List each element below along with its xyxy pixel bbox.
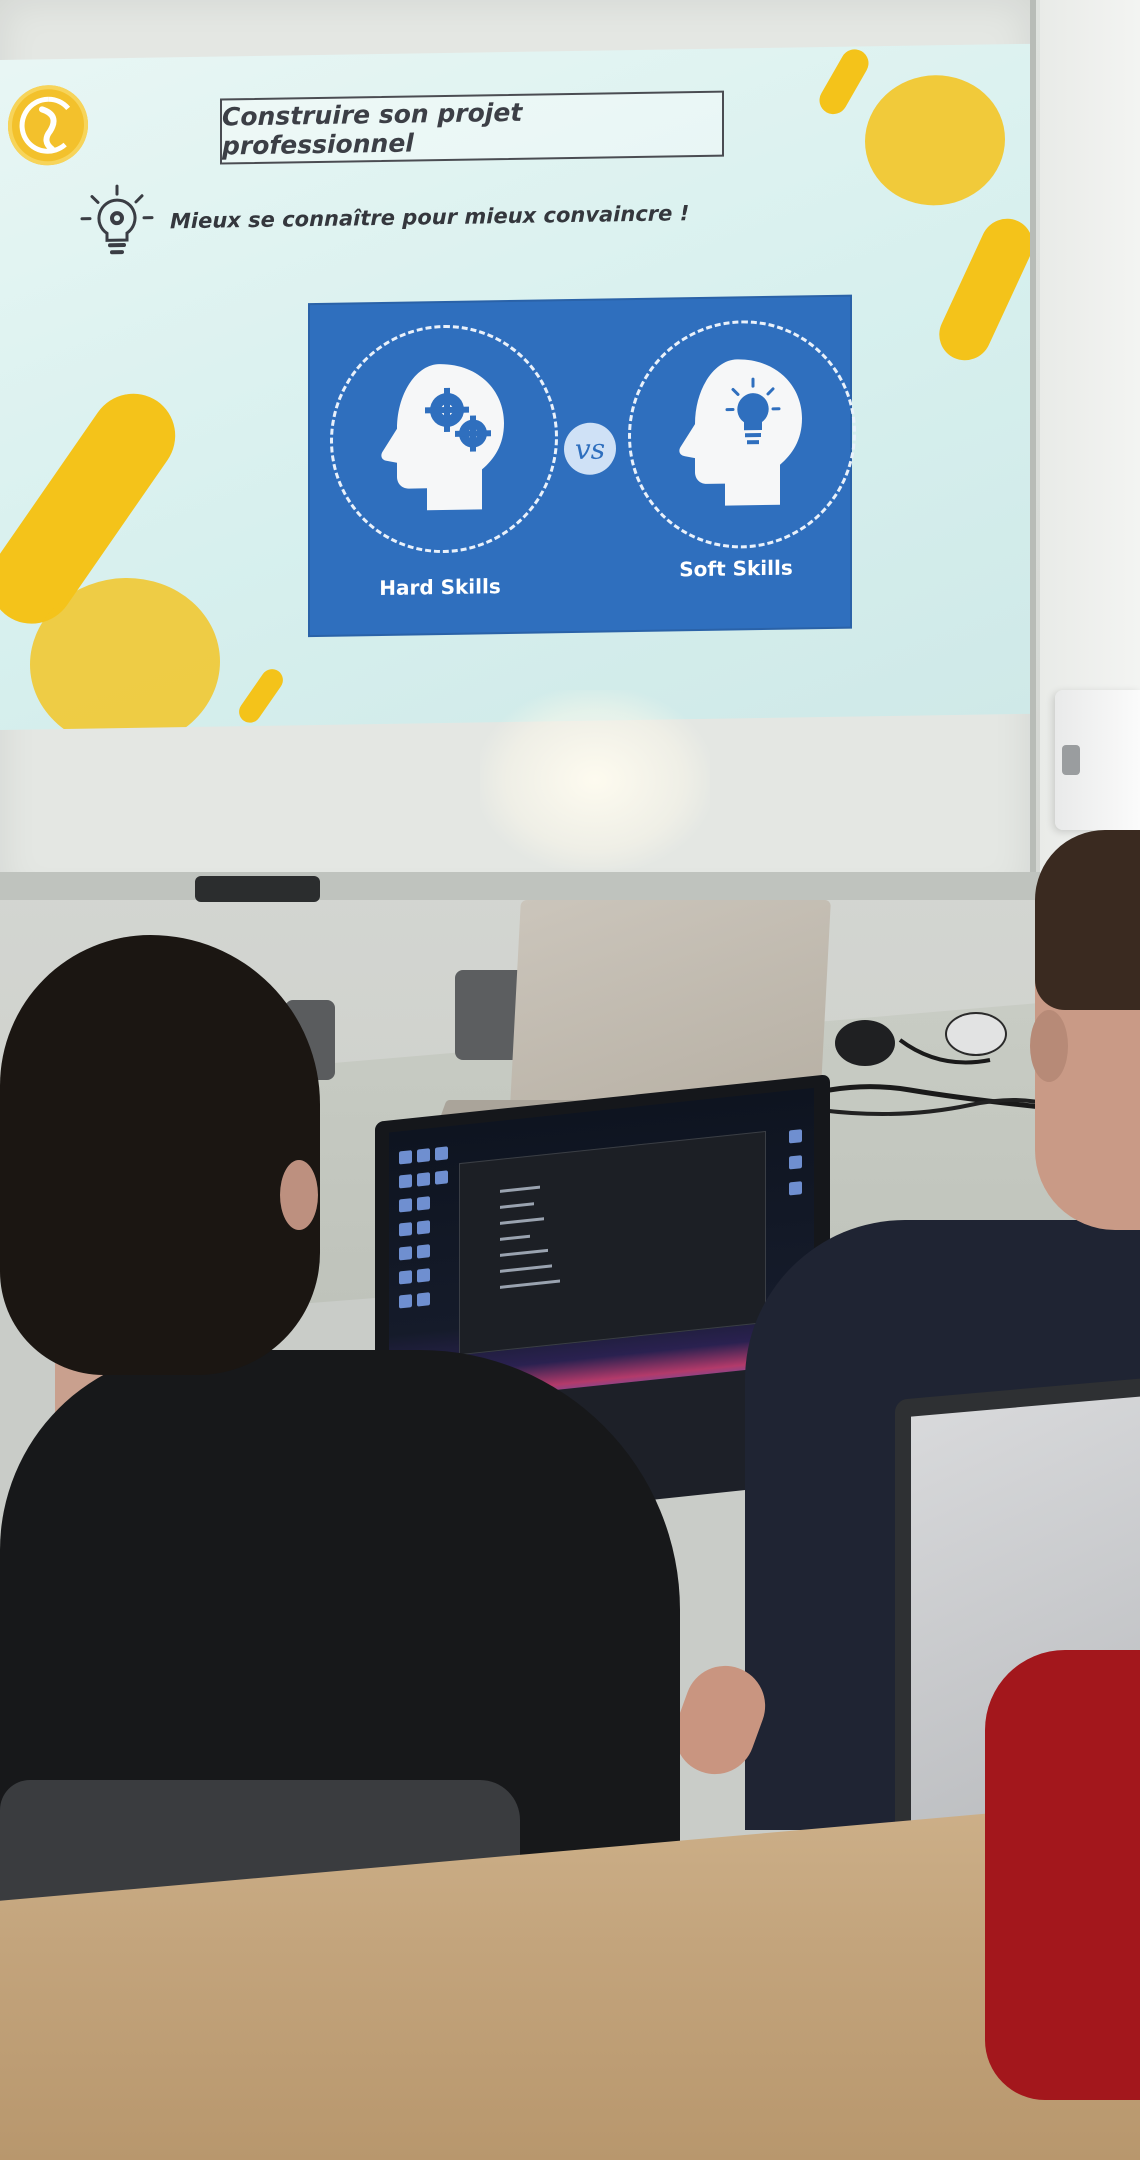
person-right-hair (1035, 830, 1140, 1010)
board-eraser (195, 876, 320, 902)
head-gears-icon (381, 364, 504, 511)
window-text-line (500, 1217, 544, 1225)
slide-title: Construire son projet professionnel (222, 97, 523, 161)
desktop-icon (417, 1268, 430, 1283)
slide-title-box: Construire son projet professionnel (220, 90, 724, 165)
desktop-icon (417, 1172, 430, 1187)
window-text-line (500, 1264, 552, 1273)
window-text-line (500, 1202, 534, 1209)
decor-yellow-stripe (234, 664, 288, 727)
window-text-line (500, 1279, 560, 1289)
skills-comparison-panel: vs Hard Skills Soft Skills (310, 296, 856, 636)
vs-badge: vs (564, 422, 616, 476)
logo-icon (8, 84, 88, 166)
window-text-line (500, 1248, 548, 1257)
projector-glare (480, 690, 710, 870)
person-red-sweater (985, 1650, 1140, 2100)
desktop-icon (399, 1222, 412, 1237)
decor-yellow-stripe (814, 44, 874, 120)
desktop-icon (417, 1196, 430, 1211)
window-text-line (500, 1185, 540, 1193)
hard-skills-circle (330, 323, 558, 555)
desktop-icon (417, 1292, 430, 1307)
desktop-icon (399, 1270, 412, 1285)
desktop-icon (399, 1174, 412, 1189)
desktop-icon (789, 1155, 802, 1170)
soft-skills-circle (628, 318, 856, 551)
desktop-icon (435, 1146, 448, 1161)
desktop-icon (789, 1129, 802, 1144)
decor-yellow-blob (865, 74, 1005, 207)
desktop-icon (417, 1244, 430, 1259)
decor-yellow-stripe (930, 210, 1030, 369)
window-text-line (500, 1234, 530, 1241)
lightbulb-gear-icon (80, 184, 154, 259)
person-right-ear (1030, 1010, 1068, 1082)
desktop-icon (399, 1198, 412, 1213)
desktop-icon (417, 1148, 430, 1163)
projected-slide: Construire son projet professionnel Mieu… (0, 43, 1030, 731)
slide-subtitle: Mieux se connaître pour mieux convaincre… (170, 201, 690, 234)
person-left-hair (0, 935, 320, 1375)
desktop-icon (399, 1246, 412, 1261)
desktop-icon (435, 1170, 448, 1185)
projector-lens (1062, 745, 1080, 775)
whiteboard-tray (0, 872, 1040, 900)
person-left-ear (280, 1160, 318, 1230)
desktop-icon (417, 1220, 430, 1235)
desktop-icon (399, 1150, 412, 1165)
soft-skills-label: Soft Skills (679, 555, 793, 582)
desktop-icon (399, 1294, 412, 1309)
laptop-app-window (459, 1130, 766, 1356)
hard-skills-label: Hard Skills (379, 574, 501, 601)
head-lightbulb-icon (679, 359, 802, 506)
desktop-icon (789, 1181, 802, 1196)
